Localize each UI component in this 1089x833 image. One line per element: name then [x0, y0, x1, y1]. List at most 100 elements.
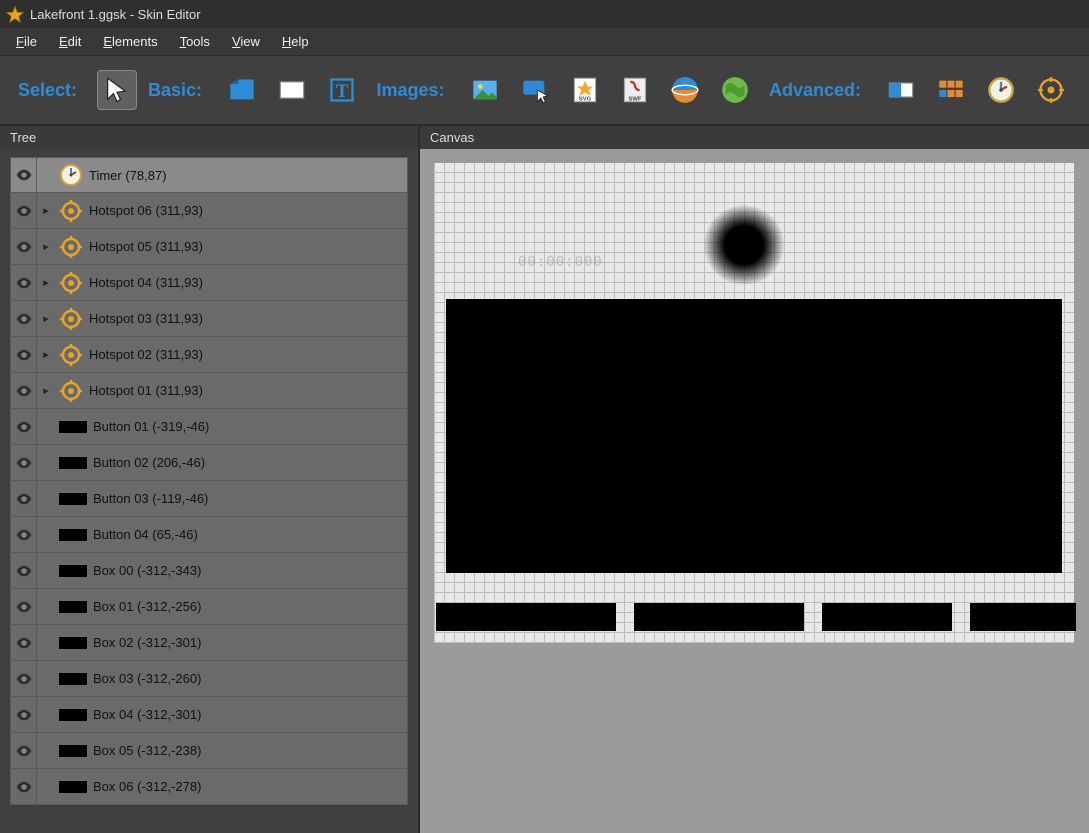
- svg-text:T: T: [336, 81, 349, 102]
- tree-row[interactable]: Button 04 (65,-46): [10, 517, 408, 553]
- tool-select[interactable]: [97, 70, 137, 110]
- element-thumb: [59, 565, 87, 577]
- menu-edit[interactable]: Edit: [49, 30, 91, 53]
- tool-nodeimage-icon[interactable]: [665, 70, 705, 110]
- tree-row[interactable]: Box 02 (-312,-301): [10, 625, 408, 661]
- tree-row[interactable]: Timer (78,87): [10, 157, 408, 193]
- tree-row-label: Box 04 (-312,-301): [93, 707, 201, 722]
- tool-image-icon[interactable]: [465, 70, 505, 110]
- toolbar: Select: Basic: T Images: SVG SWF: [0, 56, 1089, 126]
- app-icon: [6, 5, 24, 23]
- menu-elements[interactable]: Elements: [93, 30, 167, 53]
- expand-toggle[interactable]: ▸: [37, 240, 55, 253]
- menu-tools[interactable]: Tools: [170, 30, 220, 53]
- tool-map-icon[interactable]: [715, 70, 755, 110]
- menu-help[interactable]: Help: [272, 30, 319, 53]
- visibility-toggle-icon[interactable]: [11, 769, 37, 804]
- tree-row[interactable]: Button 02 (206,-46): [10, 445, 408, 481]
- hotspot-icon: [57, 269, 85, 297]
- tree-row-label: Hotspot 02 (311,93): [89, 347, 203, 362]
- tree-row[interactable]: Box 00 (-312,-343): [10, 553, 408, 589]
- visibility-toggle-icon[interactable]: [11, 229, 37, 264]
- tool-text-icon[interactable]: T: [322, 70, 362, 110]
- visibility-toggle-icon[interactable]: [11, 193, 37, 228]
- tool-swf-icon[interactable]: SWF: [615, 70, 655, 110]
- menu-view[interactable]: View: [222, 30, 270, 53]
- expand-toggle[interactable]: ▸: [37, 384, 55, 397]
- expand-toggle[interactable]: ▸: [37, 204, 55, 217]
- canvas-panel-header: Canvas: [420, 126, 1089, 149]
- tree-row[interactable]: Button 01 (-319,-46): [10, 409, 408, 445]
- visibility-toggle-icon[interactable]: [11, 481, 37, 516]
- tool-button-icon[interactable]: [515, 70, 555, 110]
- tool-videostrip-icon[interactable]: [931, 70, 971, 110]
- tree-row[interactable]: Box 05 (-312,-238): [10, 733, 408, 769]
- visibility-toggle-icon[interactable]: [11, 589, 37, 624]
- visibility-toggle-icon[interactable]: [11, 158, 37, 192]
- tool-container-icon[interactable]: [222, 70, 262, 110]
- tree-row[interactable]: ▸ Hotspot 01 (311,93): [10, 373, 408, 409]
- canvas-button-04[interactable]: [970, 603, 1076, 631]
- tool-rectangle-icon[interactable]: [272, 70, 312, 110]
- visibility-toggle-icon[interactable]: [11, 625, 37, 660]
- canvas-surface[interactable]: 00:00:000: [434, 163, 1074, 643]
- tree-row[interactable]: Box 04 (-312,-301): [10, 697, 408, 733]
- visibility-toggle-icon[interactable]: [11, 445, 37, 480]
- tree-row-label: Box 01 (-312,-256): [93, 599, 201, 614]
- tree-row-label: Hotspot 03 (311,93): [89, 311, 203, 326]
- canvas-area[interactable]: 00:00:000: [420, 149, 1089, 833]
- tool-hotspot-icon[interactable]: [1031, 70, 1071, 110]
- expand-toggle[interactable]: ▸: [37, 312, 55, 325]
- hotspot-icon: [57, 233, 85, 261]
- element-thumb: [59, 601, 87, 613]
- tree-row-label: Box 06 (-312,-278): [93, 779, 201, 794]
- tree-row[interactable]: ▸Hotspot 06 (311,93): [10, 193, 408, 229]
- visibility-toggle-icon[interactable]: [11, 697, 37, 732]
- group-label-advanced: Advanced:: [769, 80, 861, 101]
- tree-row[interactable]: ▸ Hotspot 02 (311,93): [10, 337, 408, 373]
- tree-row[interactable]: Button 03 (-119,-46): [10, 481, 408, 517]
- tree-row[interactable]: Box 03 (-312,-260): [10, 661, 408, 697]
- tree-row[interactable]: ▸ Hotspot 03 (311,93): [10, 301, 408, 337]
- tree-row-label: Hotspot 01 (311,93): [89, 383, 203, 398]
- visibility-toggle-icon[interactable]: [11, 373, 37, 408]
- tree-row[interactable]: ▸Hotspot 04 (311,93): [10, 265, 408, 301]
- tree-row-label: Button 04 (65,-46): [93, 527, 198, 542]
- element-thumb: [59, 529, 87, 541]
- tool-svg-icon[interactable]: SVG: [565, 70, 605, 110]
- canvas-box-large[interactable]: [446, 299, 1062, 573]
- visibility-toggle-icon[interactable]: [11, 265, 37, 300]
- hotspot-icon: [57, 305, 85, 333]
- timer-icon: [57, 161, 85, 189]
- titlebar: Lakefront 1.ggsk - Skin Editor: [0, 0, 1089, 28]
- visibility-toggle-icon[interactable]: [11, 661, 37, 696]
- menu-file[interactable]: File: [6, 30, 47, 53]
- canvas-hotspot-preview[interactable]: [704, 205, 784, 285]
- expand-toggle[interactable]: ▸: [37, 348, 55, 361]
- canvas-button-03[interactable]: [822, 603, 952, 631]
- canvas-button-02[interactable]: [634, 603, 804, 631]
- tree-row-label: Box 02 (-312,-301): [93, 635, 201, 650]
- tool-timer-icon[interactable]: [981, 70, 1021, 110]
- visibility-toggle-icon[interactable]: [11, 733, 37, 768]
- hotspot-icon: [57, 341, 85, 369]
- tree[interactable]: Timer (78,87)▸Hotspot 06 (311,93)▸Hotspo…: [0, 149, 418, 833]
- tree-row[interactable]: ▸ Hotspot 05 (311,93): [10, 229, 408, 265]
- visibility-toggle-icon[interactable]: [11, 301, 37, 336]
- element-thumb: [59, 709, 87, 721]
- expand-toggle[interactable]: ▸: [37, 276, 55, 289]
- tree-row-label: Hotspot 05 (311,93): [89, 239, 203, 254]
- element-thumb: [59, 637, 87, 649]
- tree-row[interactable]: Box 01 (-312,-256): [10, 589, 408, 625]
- canvas-button-01[interactable]: [436, 603, 616, 631]
- tree-panel: Tree Timer (78,87)▸Hotspot 06 (311,93)▸H…: [0, 126, 420, 833]
- tool-seekbar-icon[interactable]: [881, 70, 921, 110]
- visibility-toggle-icon[interactable]: [11, 517, 37, 552]
- visibility-toggle-icon[interactable]: [11, 553, 37, 588]
- visibility-toggle-icon[interactable]: [11, 337, 37, 372]
- canvas-panel: Canvas 00:00:000: [420, 126, 1089, 833]
- visibility-toggle-icon[interactable]: [11, 409, 37, 444]
- tree-row[interactable]: Box 06 (-312,-278): [10, 769, 408, 805]
- tree-row-label: Box 05 (-312,-238): [93, 743, 201, 758]
- tree-row-label: Timer (78,87): [89, 168, 167, 183]
